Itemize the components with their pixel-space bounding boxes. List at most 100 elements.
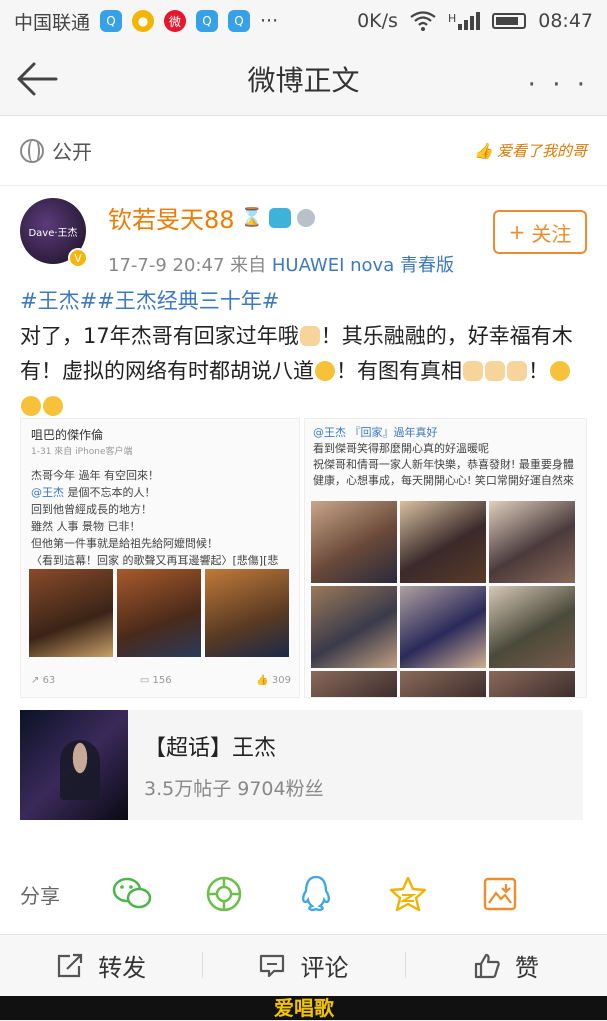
moments-icon[interactable] <box>204 874 244 914</box>
shot-photo <box>311 586 397 668</box>
post-image-1[interactable]: 咀巴的傑作倫 1-31 來自 iPhone客户端 杰哥今年 過年 有空回來！ @… <box>20 418 300 698</box>
shot-user: 咀巴的傑作倫 <box>31 428 104 442</box>
shot-photos <box>29 569 289 657</box>
laugh-cry-emoji-icon <box>43 396 63 416</box>
like-label: 赞 <box>514 954 539 982</box>
source-prefix: 来自 <box>230 255 267 276</box>
post-text-part: 对了，17年杰哥有回家过年哦 <box>20 324 299 348</box>
plus-icon: + <box>508 220 526 244</box>
battery-icon <box>492 13 527 29</box>
repost-label: 转发 <box>98 954 147 982</box>
back-arrow-icon[interactable] <box>16 60 58 98</box>
visibility-row: 公开 👍 爱看了我的哥 <box>0 116 607 186</box>
post-source[interactable]: HUAWEI nova 青春版 <box>272 255 454 276</box>
more-notifications-icon: ··· <box>260 10 279 32</box>
shot-likes: 👍 309 <box>256 675 291 686</box>
shot-photo <box>489 586 575 668</box>
post-image-2[interactable]: @王杰 『回家』過年真好 看到傑哥笑得那麼開心真的好溫暖呢 祝傑哥和倩哥一家人新… <box>304 418 587 698</box>
shot-comments: ▭ 156 <box>139 675 172 686</box>
post-detail: 公开 👍 爱看了我的哥 Dave·王杰 V 钦若旻天88 ⌛ 17-7-9 20… <box>0 116 607 934</box>
laugh-cry-emoji-icon <box>550 361 570 381</box>
comment-icon <box>260 954 285 977</box>
wechat-icon[interactable] <box>112 874 152 914</box>
share-label: 分享 <box>20 883 60 908</box>
topic-stats: 3.5万帖子 9704粉丝 <box>144 777 324 800</box>
shot-line: 雖然 人事 景物 已非！ <box>31 520 141 533</box>
shot-stats: ↗ 63 ▭ 156 👍 309 <box>31 672 291 689</box>
post-text-part: ！ <box>528 359 549 383</box>
shot-line: 看到傑哥笑得那麼開心真的好溫暖呢 <box>313 442 489 455</box>
post-text: #王杰##王杰经典三十年# 对了，17年杰哥有回家过年哦 ！其乐融融的，好幸福有木… <box>0 284 607 424</box>
topic-card[interactable]: 【超话】王杰 3.5万帖子 9704粉丝 <box>20 710 583 820</box>
nav-bar: 微博正文 · · · <box>0 42 607 116</box>
visibility-label: 公开 <box>52 140 92 164</box>
thumb-sticker-icon: 👍 <box>474 141 493 160</box>
shot-time: 1-31 來自 iPhone客户端 <box>31 447 133 457</box>
status-bar: 中国联通 Q ● 微 Q Q ··· 0K/s H 08:47 <box>0 0 607 42</box>
victory-emoji-icon <box>463 361 483 381</box>
weibo-icon: 微 <box>164 10 187 32</box>
shot-photo-grid <box>311 501 575 697</box>
shot-likes-count: 309 <box>271 675 291 686</box>
repost-icon <box>58 953 83 977</box>
post-text-part: ！有图有真相 <box>336 359 462 383</box>
hashtag-link[interactable]: #王杰##王杰经典三十年# <box>20 289 279 313</box>
comment-button[interactable]: 评论 <box>202 948 404 983</box>
shot-photo <box>205 569 289 657</box>
post-images: 咀巴的傑作倫 1-31 來自 iPhone客户端 杰哥今年 過年 有空回來！ @… <box>20 418 587 698</box>
wifi-icon <box>410 11 436 31</box>
thumbs-up-icon <box>474 953 500 978</box>
shot-photo <box>489 671 575 697</box>
shot-photo <box>400 501 486 583</box>
like-button[interactable]: 赞 <box>404 948 607 983</box>
qq-icon: Q <box>100 10 123 32</box>
author-row: Dave·王杰 V 钦若旻天88 ⌛ 17-7-9 20:47 来自 HUAWE… <box>0 186 607 284</box>
avatar[interactable]: Dave·王杰 V <box>20 198 88 268</box>
shot-photo <box>311 501 397 583</box>
repost-button[interactable]: 转发 <box>0 948 202 983</box>
shot-comments-count: 156 <box>152 675 172 686</box>
shot-line: 回到他曾經成長的地方！ <box>31 503 152 516</box>
shot-photo <box>400 586 486 668</box>
shot-photo <box>489 501 575 583</box>
topic-title: 【超话】王杰 <box>144 735 277 761</box>
shot-line: 杰哥今年 過年 有空回來！ <box>31 469 159 482</box>
share-row: 分享 <box>0 854 607 934</box>
follow-button[interactable]: + 关注 <box>493 210 587 254</box>
victory-emoji-icon <box>299 326 320 346</box>
camera-badge-icon[interactable] <box>268 207 291 228</box>
watermark: 爱唱歌 <box>274 996 334 1020</box>
victory-emoji-icon <box>507 361 527 381</box>
author-name[interactable]: 钦若旻天88 <box>108 200 235 235</box>
hourglass-badge-icon[interactable]: ⌛ <box>241 207 263 228</box>
smile-emoji-icon <box>315 361 335 381</box>
network-speed: 0K/s <box>357 10 398 32</box>
shot-header: @王杰 『回家』過年真好 <box>313 426 438 439</box>
follow-label: 关注 <box>531 221 572 246</box>
shot-mention: @王杰 <box>31 486 64 499</box>
carrier-label: 中国联通 <box>14 11 91 34</box>
post-meta: 17-7-9 20:47 来自 HUAWEI nova 青春版 <box>108 251 454 277</box>
qq-icon[interactable] <box>296 874 336 914</box>
game-icon: ● <box>132 10 155 32</box>
post-date: 17-7-9 20:47 <box>108 255 225 276</box>
signal-icon: H <box>448 12 481 30</box>
shot-reposts: ↗ 63 <box>31 675 56 686</box>
medal-badge-icon[interactable] <box>296 208 315 227</box>
shot-photo <box>400 671 486 697</box>
avatar-text: Dave·王杰 <box>28 227 78 239</box>
topic-thumbnail <box>20 710 128 820</box>
clock: 08:47 <box>538 10 593 32</box>
save-image-icon[interactable] <box>480 874 520 914</box>
shot-photo <box>29 569 113 657</box>
more-options-icon[interactable]: · · · <box>528 70 589 100</box>
page-title: 微博正文 <box>247 63 360 97</box>
qq-icon: Q <box>228 10 251 32</box>
globe-icon <box>20 138 44 163</box>
qzone-icon[interactable] <box>388 874 428 914</box>
shot-line: 祝傑哥和倩哥一家人新年快樂，恭喜發財! 最重要身體健康，心想事成，每天開開心心!… <box>313 458 574 487</box>
victory-emoji-icon <box>485 361 505 381</box>
laugh-cry-emoji-icon <box>21 396 41 416</box>
sticker-text: 爱看了我的哥 <box>496 142 587 160</box>
action-bar: 转发 评论 赞 <box>0 934 607 996</box>
